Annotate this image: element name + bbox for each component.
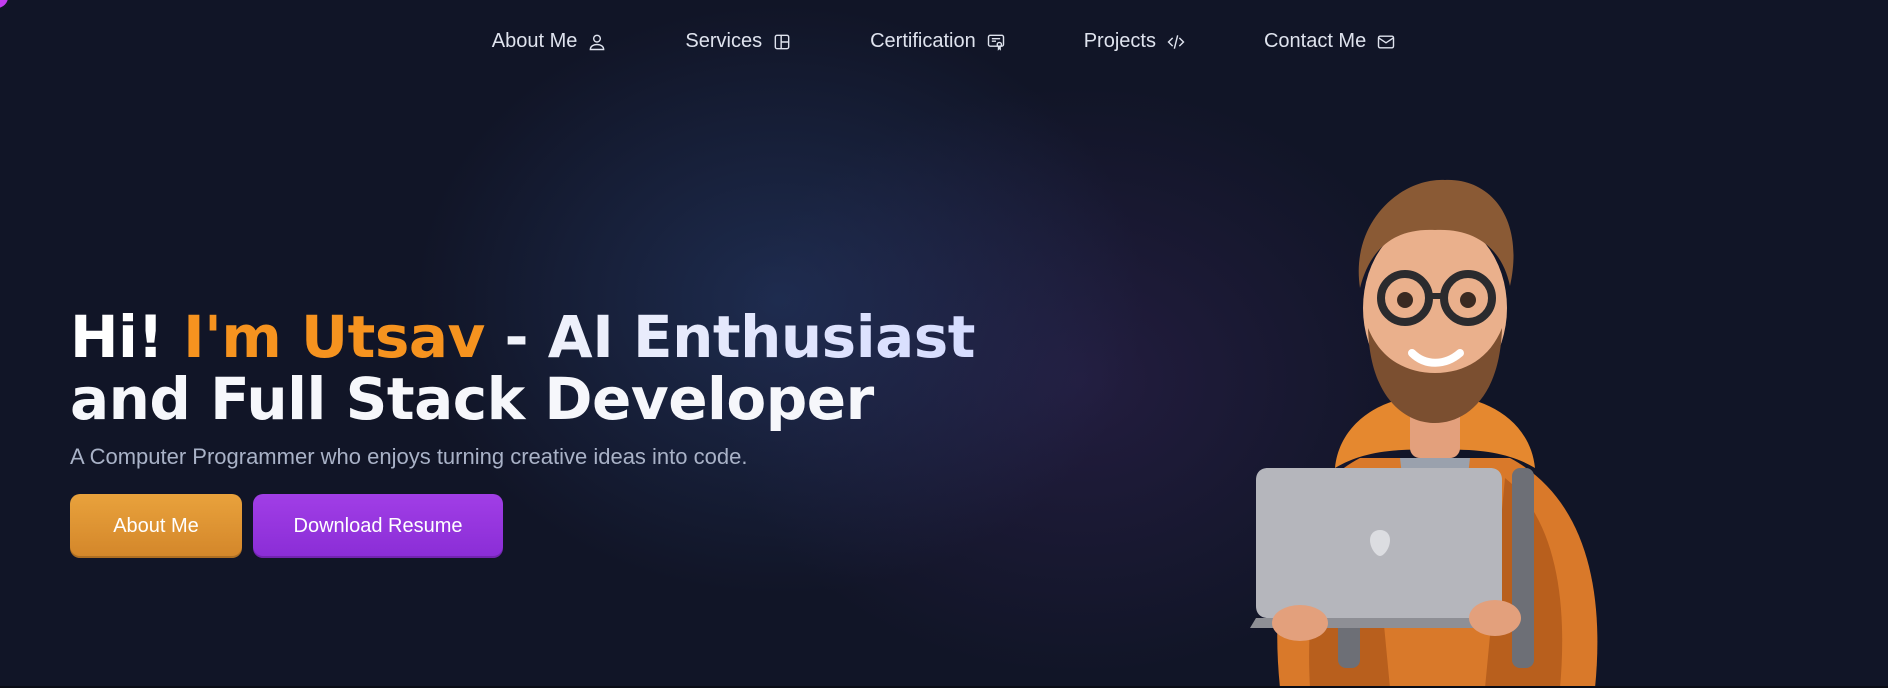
developer-avatar-illustration (1250, 179, 1598, 688)
nav-certification[interactable]: Certification (870, 30, 1006, 53)
nav-label: Contact Me (1263, 30, 1367, 52)
hero-subtitle: A Computer Programmer who enjoys turning… (70, 444, 748, 469)
top-nav: About Me Services Certification Projects… (0, 30, 1888, 53)
hero-section: Hi! I'm Utsav - AI Enthusiast and Full S… (70, 290, 975, 558)
nav-label: Projects (1083, 30, 1156, 52)
nav-services[interactable]: Services (685, 30, 792, 53)
hero-title: Hi! I'm Utsav - AI Enthusiast and Full S… (70, 290, 975, 446)
about-me-button[interactable]: About Me (70, 494, 242, 558)
hero-buttons: About Me Download Resume (70, 494, 970, 558)
code-icon (1167, 34, 1185, 49)
hero-title-line2: and Full Stack Developer (70, 365, 874, 433)
user-icon (590, 34, 605, 50)
nav-about-me[interactable]: About Me (492, 30, 608, 53)
nav-label: About Me (491, 30, 578, 52)
certificate-icon (987, 34, 1004, 51)
nav-label: Services (685, 30, 763, 52)
nav-contact-me[interactable]: Contact Me (1264, 30, 1396, 53)
mail-icon (1378, 34, 1395, 49)
nav-projects[interactable]: Projects (1084, 30, 1186, 53)
download-resume-button[interactable]: Download Resume (253, 494, 503, 558)
layout-icon (774, 34, 790, 49)
nav-label: Certification (870, 30, 976, 52)
